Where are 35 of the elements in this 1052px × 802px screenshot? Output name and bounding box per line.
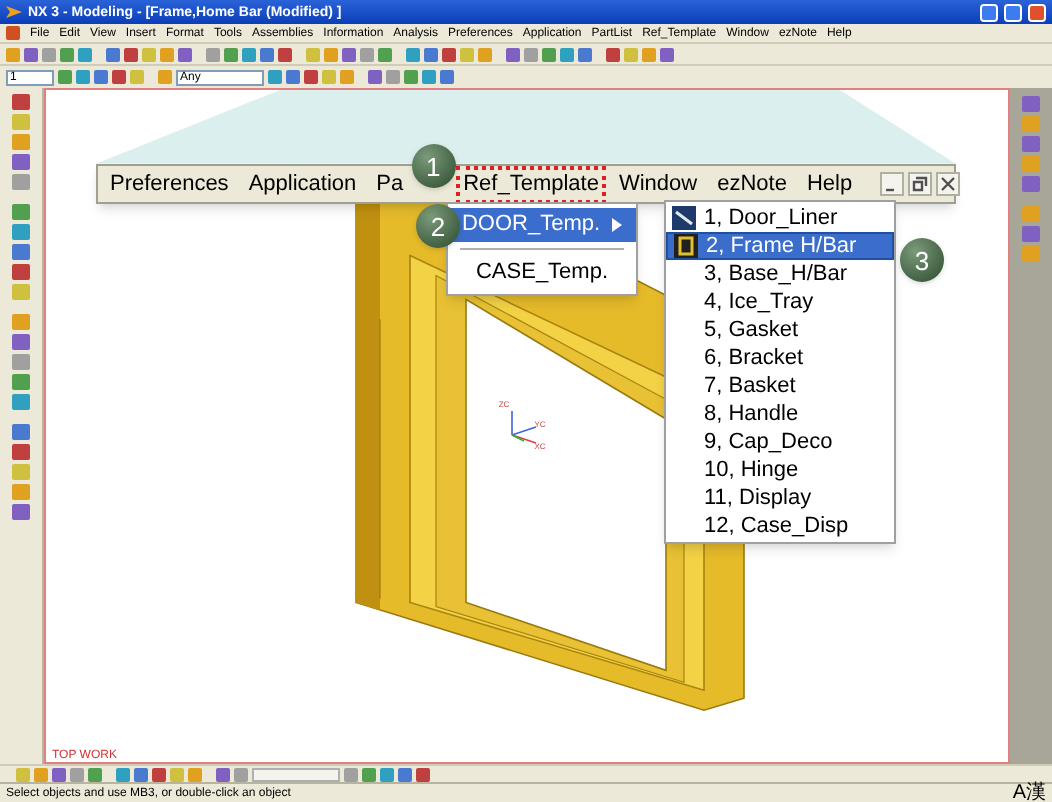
submenu-arrow-icon [612,218,623,232]
menu-item[interactable]: Preferences [106,169,233,199]
menu-item[interactable]: 5, Gasket [666,316,894,344]
menu-item[interactable]: 6, Bracket [666,344,894,372]
maximize-button[interactable] [1004,3,1022,21]
menu-item[interactable]: 12, Case_Disp [666,512,894,540]
menu-item[interactable]: ezNote [713,169,791,199]
close-icon [940,176,957,192]
menu-item[interactable]: Ref_Template [459,169,603,199]
part-icon [672,206,696,230]
filter-dropdown[interactable] [252,767,340,781]
menu-item[interactable]: 2, Frame H/Bar [666,232,894,260]
minimize-button[interactable] [880,172,905,196]
menu-item[interactable]: Pa [372,169,408,199]
menu-item[interactable]: 8, Handle [666,400,894,428]
app-icon [6,4,22,20]
restore-icon [912,176,929,192]
menu-item[interactable]: 10, Hinge [666,456,894,484]
menu-item[interactable]: Help [802,169,857,199]
menu-item[interactable]: DOOR_Temp. [448,208,636,242]
part-icon [674,234,698,258]
menu-item[interactable]: 7, Basket [666,372,894,400]
menu-item[interactable]: 11, Display [666,484,894,512]
coordinate-axes-icon [511,410,537,444]
menu-item[interactable]: CASE_Temp. [448,256,636,290]
menu-item[interactable]: 3, Base_H/Bar [666,260,894,288]
input-method-indicator: A漢 [1012,783,1046,802]
menu-item[interactable]: 1, Door_Liner [666,204,894,232]
menu-item[interactable]: Application [244,169,361,199]
close-button[interactable] [936,172,961,196]
restore-button[interactable] [908,172,933,196]
menu-item[interactable]: Window [614,169,702,199]
menu-item[interactable]: 9, Cap_Deco [666,428,894,456]
app-menu-icon[interactable] [6,26,20,40]
menu-item[interactable]: 4, Ice_Tray [666,288,894,316]
